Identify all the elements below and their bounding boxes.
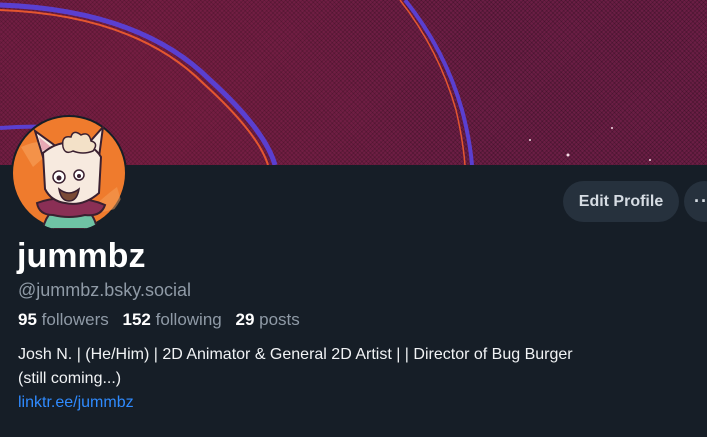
following-link[interactable]: 152 following <box>122 310 221 329</box>
bio-line-2: (still coming...) <box>18 370 122 387</box>
profile-stats: 95 followers 152 following 29 posts <box>18 308 309 332</box>
profile-handle: @jummbz.bsky.social <box>18 280 191 300</box>
display-name: jummbz <box>17 237 146 275</box>
followers-count: 95 <box>18 310 37 329</box>
following-label: following <box>155 310 222 329</box>
more-options-button[interactable]: ··· <box>684 181 707 222</box>
avatar-image <box>13 117 125 229</box>
profile-bio: Josh N. | (He/Him) | 2D Animator & Gener… <box>18 343 707 415</box>
bio-link[interactable]: linktr.ee/jummbz <box>18 394 134 411</box>
edit-profile-button[interactable]: Edit Profile <box>563 181 679 222</box>
followers-link[interactable]: 95 followers <box>18 310 109 329</box>
bio-line-1: Josh N. | (He/Him) | 2D Animator & Gener… <box>18 346 573 363</box>
followers-label: followers <box>41 310 109 329</box>
posts-label: posts <box>259 310 300 329</box>
avatar[interactable] <box>11 115 127 231</box>
posts-count-display: 29 posts <box>235 310 299 329</box>
following-count: 152 <box>122 310 151 329</box>
posts-count: 29 <box>235 310 255 329</box>
ellipsis-icon: ··· <box>694 191 707 211</box>
